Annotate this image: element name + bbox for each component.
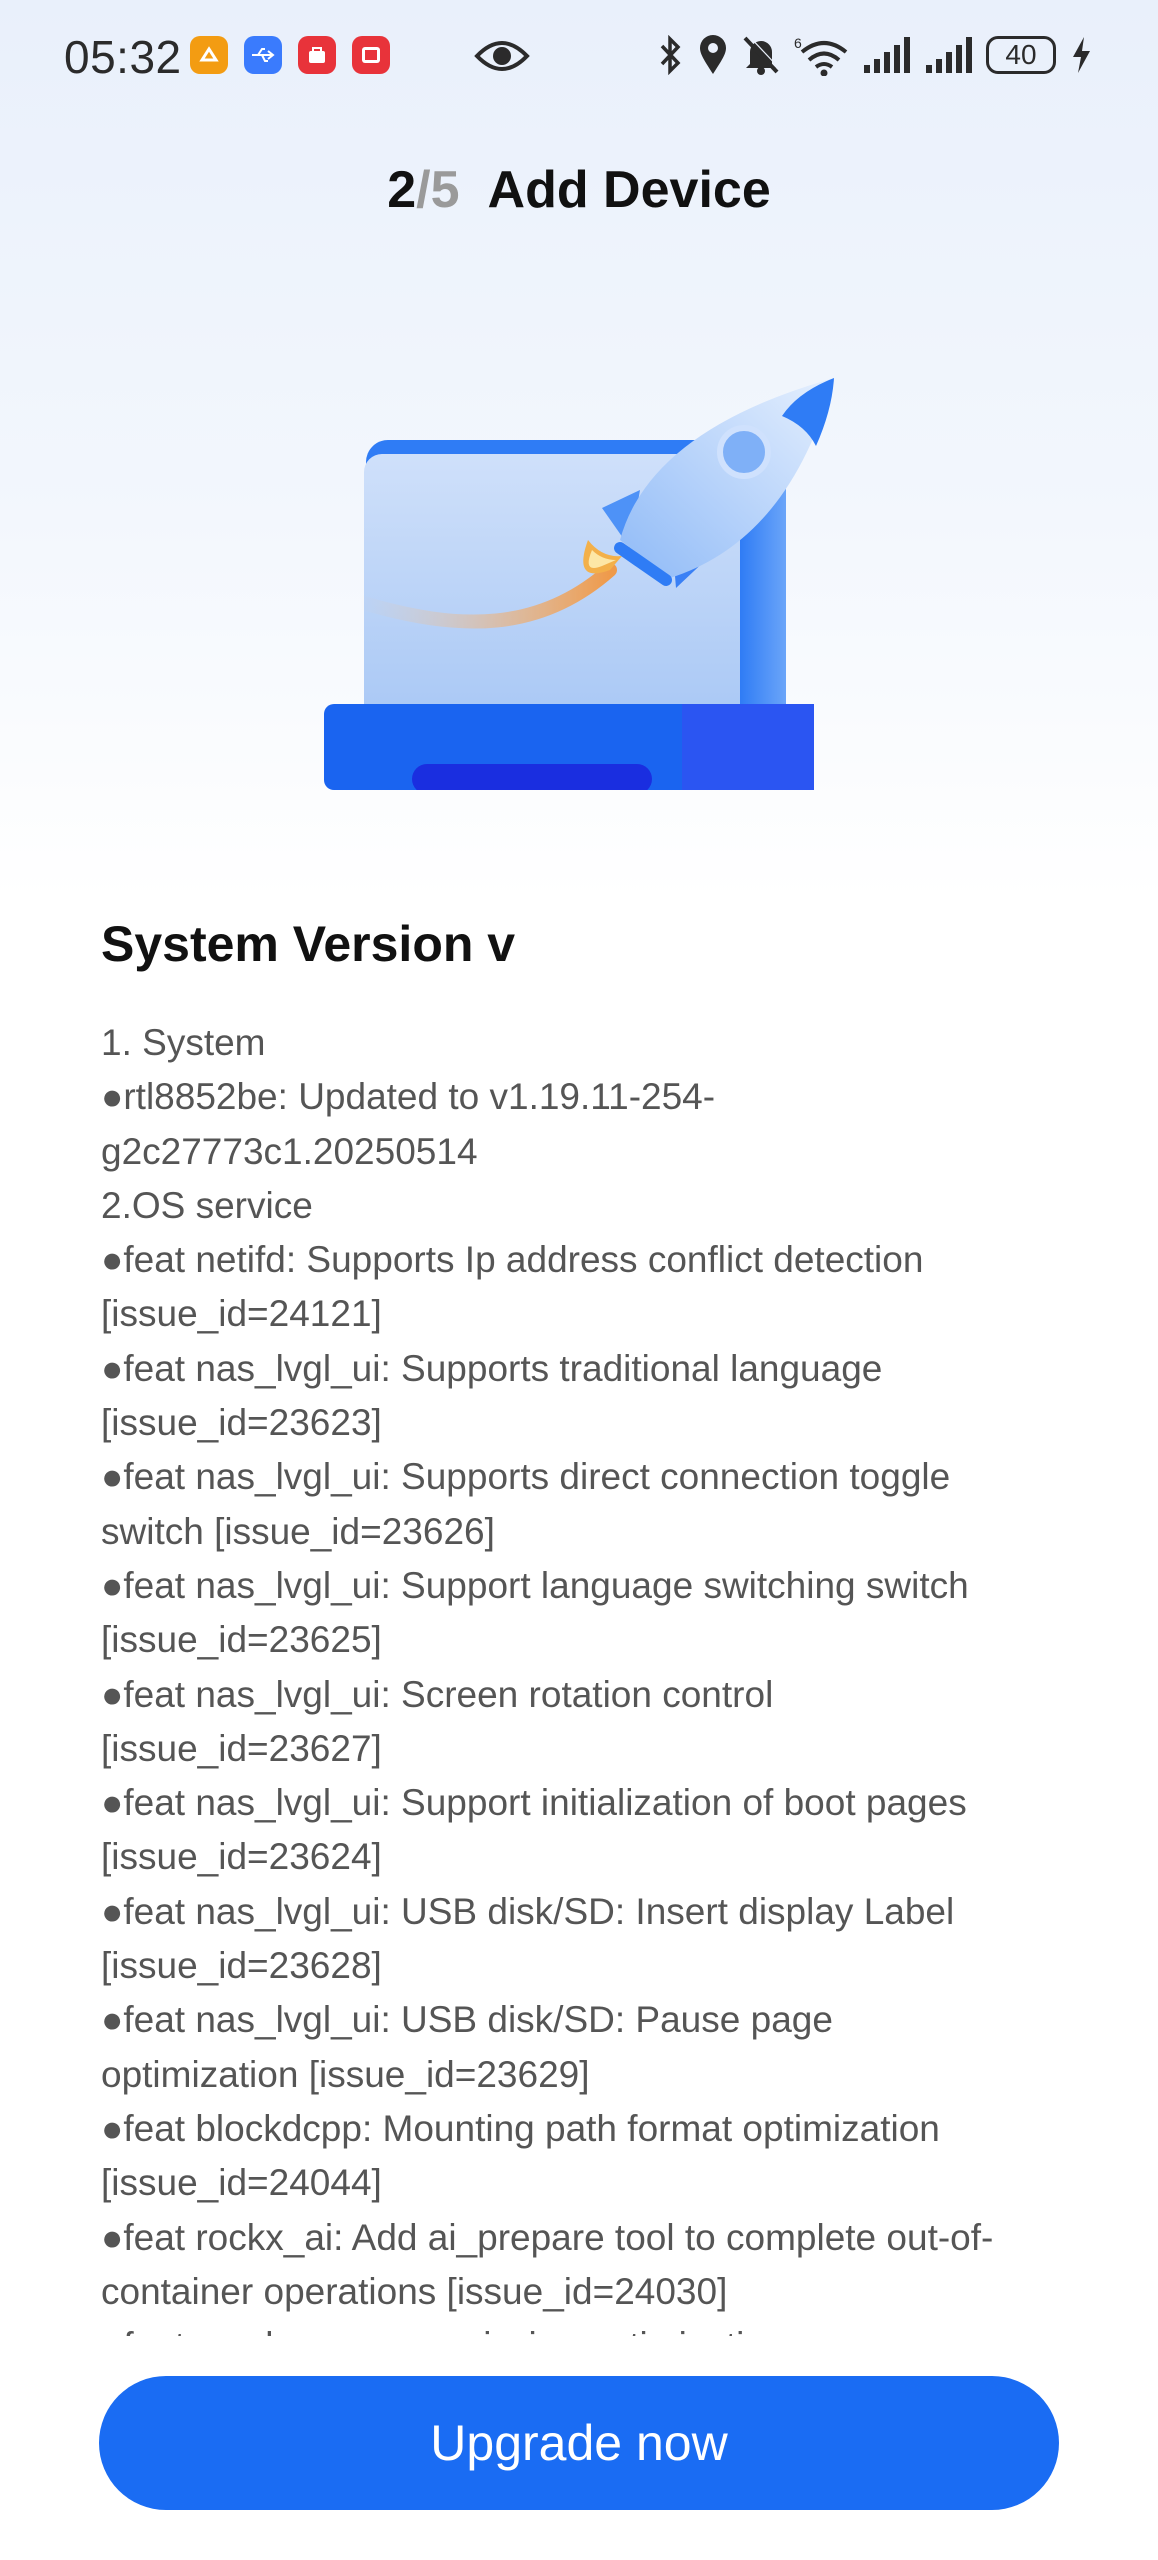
eye-icon bbox=[474, 36, 530, 81]
release-note-line: ●feat nas_lvgl_ui: USB disk/SD: Insert d… bbox=[101, 1890, 955, 1932]
release-note-line: ●feat nas_lvgl_ui: Support initializatio… bbox=[101, 1782, 967, 1824]
system-status-icons: 6 40 bbox=[658, 34, 1092, 76]
release-note-line: optimization [issue_id=23629] bbox=[101, 2053, 590, 2095]
release-note-line: ●feat nas_lvgl_ui: Support language swit… bbox=[101, 1564, 969, 1606]
release-note-line: [issue_id=23625] bbox=[101, 1619, 382, 1661]
release-note-line: ●feat nas_lvgl_ui: Supports traditional … bbox=[101, 1347, 883, 1389]
release-note-line: switch [issue_id=23626] bbox=[101, 1510, 495, 1552]
release-note-line: ●feat nas_lvgl_ui: Supports direct conne… bbox=[101, 1456, 951, 1498]
release-note-line: ●feat samba user permission optimization bbox=[101, 2319, 1071, 2336]
release-note-line: [issue_id=23623] bbox=[101, 1402, 382, 1444]
release-note-line: [issue_id=23627] bbox=[101, 1727, 382, 1769]
signal-icon-2 bbox=[926, 37, 972, 73]
release-note-line: [issue_id=24044] bbox=[101, 2162, 382, 2204]
page-title: Add Device bbox=[487, 161, 771, 219]
release-note-line: g2c27773c1.20250514 bbox=[101, 1130, 478, 1172]
release-note-line: ●feat nas_lvgl_ui: USB disk/SD: Pause pa… bbox=[101, 1999, 833, 2041]
release-note-line: ●feat rockx_ai: Add ai_prepare tool to c… bbox=[101, 2216, 994, 2258]
wifi-6-icon: 6 bbox=[794, 35, 848, 76]
svg-text:6: 6 bbox=[794, 35, 802, 51]
status-time: 05:32 bbox=[64, 31, 182, 83]
step-current: 2 bbox=[387, 161, 417, 219]
release-note-line: ●rtl8852be: Updated to v1.19.11-254- bbox=[101, 1076, 716, 1118]
red-app-icon bbox=[352, 36, 390, 74]
bluetooth-icon bbox=[660, 35, 681, 75]
release-note-line: 1. System bbox=[101, 1022, 266, 1063]
status-bar: 05:32 6 40 bbox=[0, 0, 1158, 118]
release-note-line: container operations [issue_id=24030] bbox=[101, 2270, 728, 2312]
upgrade-now-button[interactable]: Upgrade now bbox=[99, 2376, 1059, 2510]
release-note-line: ●feat blockdcpp: Mounting path format op… bbox=[101, 2107, 940, 2149]
battery-level: 40 bbox=[1005, 39, 1037, 70]
step-total: 5 bbox=[430, 161, 460, 219]
notification-icons bbox=[190, 36, 390, 74]
huawei-app-icon bbox=[298, 36, 336, 74]
release-note-line: [issue_id=23624] bbox=[101, 1836, 382, 1878]
signal-icon bbox=[864, 37, 910, 73]
usb-icon bbox=[244, 36, 282, 74]
release-note-line: [issue_id=23628] bbox=[101, 1945, 382, 1987]
battery-icon: 40 bbox=[986, 36, 1056, 74]
release-notes[interactable]: 1. System ●rtl8852be: Updated to v1.19.1… bbox=[101, 1016, 1071, 2336]
mute-icon bbox=[743, 34, 780, 75]
release-note-line: ●feat nas_lvgl_ui: Screen rotation contr… bbox=[101, 1673, 774, 1715]
orange-app-icon bbox=[190, 36, 228, 74]
release-note-line: ●feat netifd: Supports Ip address confli… bbox=[101, 1239, 924, 1281]
release-note-line: [issue_id=24121] bbox=[101, 1293, 382, 1335]
page-header: 2/5 Add Device bbox=[0, 160, 1158, 220]
charging-icon bbox=[1073, 37, 1090, 73]
step-separator: / bbox=[416, 161, 431, 219]
location-icon bbox=[700, 35, 726, 74]
release-note-line: 2.OS service bbox=[101, 1184, 313, 1226]
system-version-title: System Version v bbox=[101, 916, 516, 972]
device-upgrade-illustration bbox=[324, 378, 834, 790]
